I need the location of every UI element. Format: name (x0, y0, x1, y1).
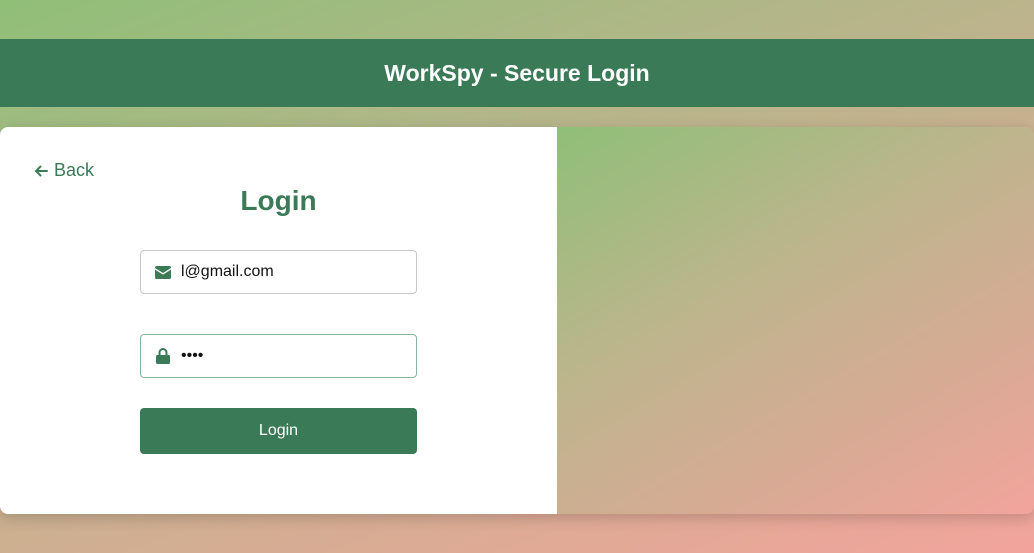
password-input[interactable] (181, 347, 401, 365)
lock-icon (155, 348, 171, 364)
app-title: WorkSpy - Secure Login (384, 59, 650, 86)
back-label: Back (54, 160, 95, 180)
arrow-left-icon (33, 163, 54, 179)
login-button[interactable]: Login (140, 408, 417, 454)
login-title: Login (240, 185, 317, 216)
envelope-icon (155, 264, 171, 280)
email-input[interactable] (181, 263, 401, 281)
email-field[interactable] (140, 250, 417, 294)
back-link[interactable]: Back (33, 160, 94, 181)
login-panel: Back Login Login (0, 127, 557, 514)
decorative-panel (557, 127, 1034, 514)
password-field[interactable] (140, 334, 417, 378)
login-card: Back Login Login (0, 127, 1034, 514)
app-header: WorkSpy - Secure Login (0, 39, 1034, 107)
